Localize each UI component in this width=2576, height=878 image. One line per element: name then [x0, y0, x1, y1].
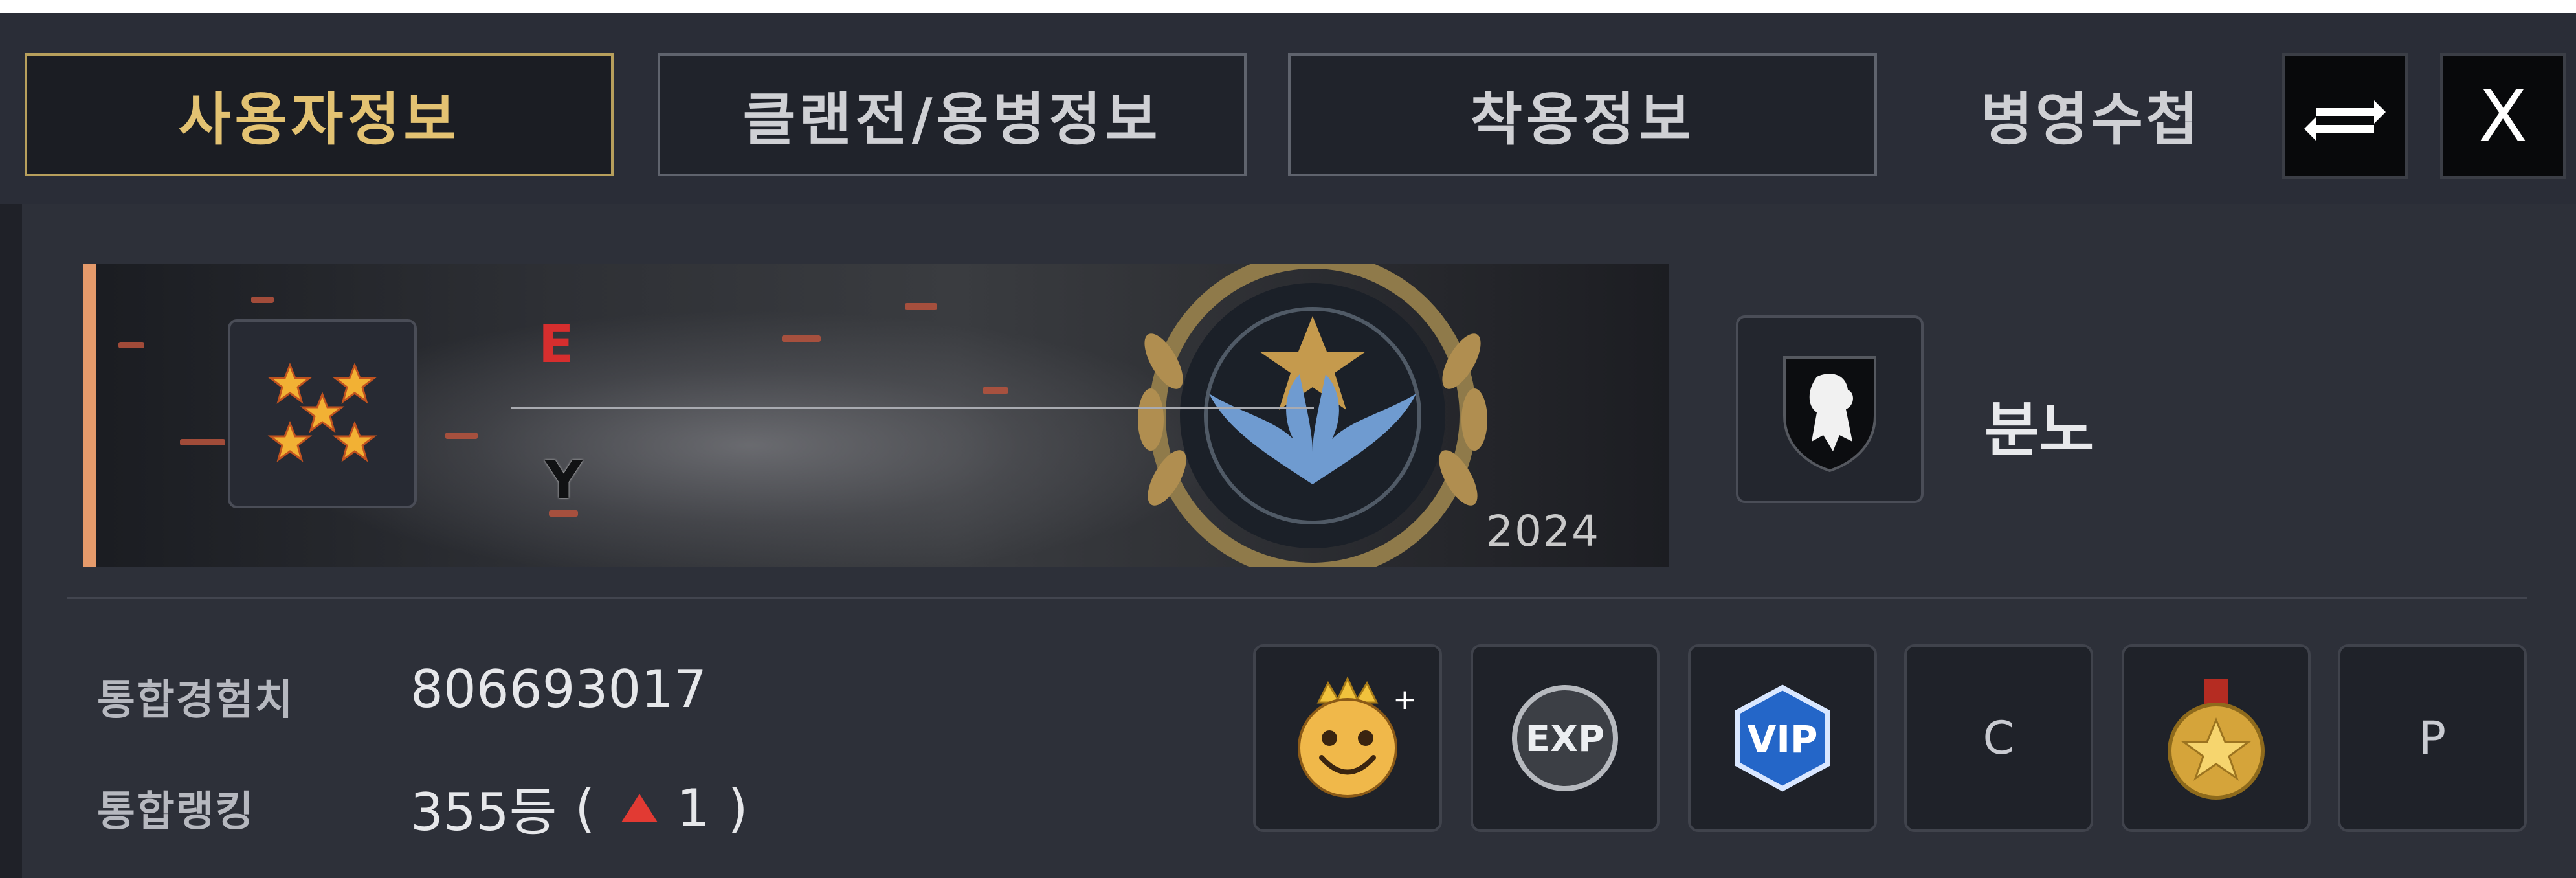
lion-crest-icon: [1783, 356, 1876, 473]
clan-emblem-tile[interactable]: [1736, 315, 1924, 503]
total-rank-label: 통합랭킹: [97, 788, 255, 836]
gold-medal-icon: [2168, 679, 2265, 800]
exp-badge-icon: EXP: [1512, 685, 1618, 791]
total-exp-label: 통합경험치: [97, 677, 294, 725]
banner-accent-bar: [83, 264, 96, 567]
top-strip: [0, 0, 2576, 13]
tab-clan-war-mercenary-info[interactable]: 클랜전/용병정보: [658, 53, 1247, 176]
total-rank-value: 355등 ( 1 ): [410, 771, 748, 846]
nickname-top-letter: E: [539, 314, 574, 374]
ember-spark: [549, 510, 578, 517]
rank-number: 355등: [410, 782, 557, 842]
ember-spark: [782, 335, 821, 342]
item-vip[interactable]: VIP: [1688, 644, 1877, 832]
ember-spark: [251, 297, 274, 303]
item-exp-boost[interactable]: EXP: [1471, 644, 1660, 832]
badge-year: 2024: [1486, 506, 1600, 556]
tab-equipment-info[interactable]: 착용정보: [1288, 53, 1877, 176]
swap-arrows-icon: [2304, 100, 2386, 141]
swap-button[interactable]: [2282, 53, 2408, 179]
item-p[interactable]: P: [2338, 644, 2527, 832]
name-divider: [511, 407, 1314, 409]
ember-spark: [180, 439, 225, 445]
rank-tile: [228, 319, 417, 508]
item-gold-medal[interactable]: [2122, 644, 2311, 832]
c-letter-icon: C: [1982, 712, 2015, 765]
p-letter-icon: P: [2418, 712, 2447, 765]
rank-change-open: (: [575, 778, 595, 839]
clan-name: 분노: [1984, 396, 2094, 465]
item-c[interactable]: C: [1904, 644, 2093, 832]
exp-badge-text: EXP: [1526, 718, 1604, 760]
close-icon: X: [2478, 74, 2527, 157]
crown-smiley-icon: +: [1298, 676, 1417, 798]
vip-badge-icon: VIP: [1735, 684, 1830, 792]
total-exp-value: 806693017: [410, 659, 707, 719]
rank-change-value: 1: [676, 778, 710, 839]
rank-up-arrow-icon: [621, 794, 658, 822]
ember-spark: [905, 303, 937, 310]
ember-spark: [445, 433, 478, 439]
tab-user-info[interactable]: 사용자정보: [25, 53, 614, 176]
ember-spark: [983, 387, 1008, 394]
nickname-bottom-letter: Y: [545, 450, 583, 510]
item-crown-smiley[interactable]: +: [1253, 644, 1442, 832]
section-separator: [67, 597, 2527, 599]
svg-text:+: +: [1393, 683, 1417, 716]
close-button[interactable]: X: [2440, 53, 2566, 179]
tab-barracks-notebook[interactable]: 병영수첩: [1948, 53, 2233, 176]
ember-spark: [118, 342, 144, 348]
five-star-rank-icon: [269, 364, 375, 461]
vip-badge-text: VIP: [1748, 717, 1818, 761]
rank-change-close: ): [727, 778, 748, 839]
